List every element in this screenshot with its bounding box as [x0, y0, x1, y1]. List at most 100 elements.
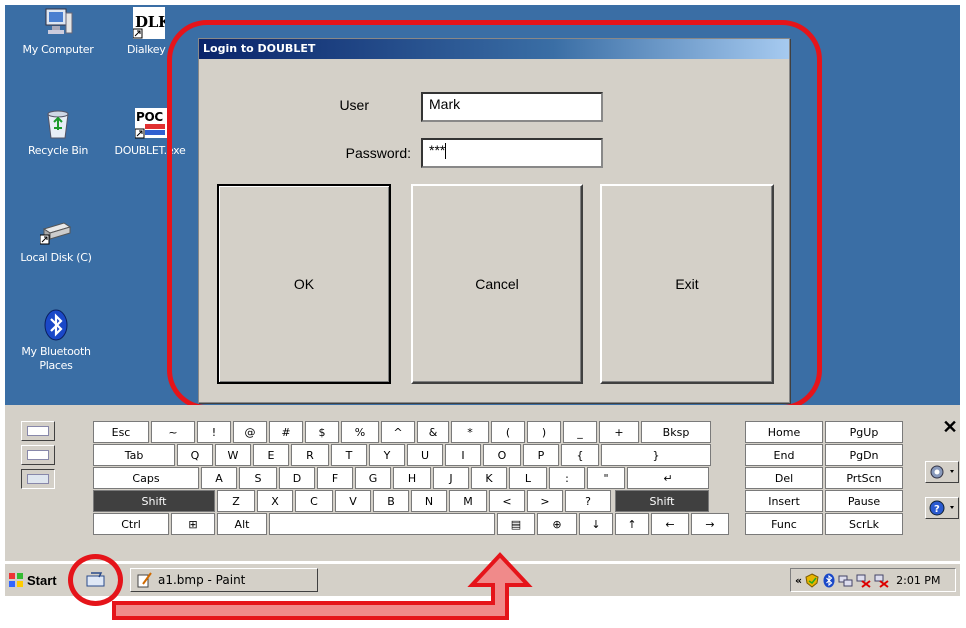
key-6-row2[interactable]: Y: [369, 444, 405, 466]
key-7-row5[interactable]: ↑: [615, 513, 649, 535]
key-14-row1[interactable]: Bksp: [641, 421, 711, 443]
key-9-row2[interactable]: O: [483, 444, 521, 466]
key-10-row2[interactable]: P: [523, 444, 559, 466]
key-7-row1[interactable]: ^: [381, 421, 415, 443]
key-7-row4[interactable]: M: [449, 490, 487, 512]
keyboard-quicklaunch-icon[interactable]: [85, 569, 107, 591]
key-3-row5[interactable]: [269, 513, 495, 535]
key-5-row5[interactable]: ⊕: [537, 513, 577, 535]
my-computer-shortcut[interactable]: My Computer: [13, 7, 103, 57]
key-9-row4[interactable]: >: [527, 490, 563, 512]
key-7-row2[interactable]: U: [407, 444, 443, 466]
keyboard-layout-compact-button[interactable]: [21, 445, 55, 465]
key-5-row2[interactable]: T: [331, 444, 367, 466]
nav-key-0[interactable]: Home: [745, 421, 823, 443]
key-2-row5[interactable]: Alt: [217, 513, 267, 535]
key-5-row1[interactable]: $: [305, 421, 339, 443]
key-12-row1[interactable]: _: [563, 421, 597, 443]
key-0-row4[interactable]: Shift: [93, 490, 215, 512]
bluetooth-places-shortcut[interactable]: My Bluetooth Places: [11, 309, 101, 373]
key-3-row2[interactable]: E: [253, 444, 289, 466]
keyboard-layout-numeric-button[interactable]: [21, 469, 55, 489]
key-5-row4[interactable]: B: [373, 490, 409, 512]
key-2-row4[interactable]: X: [257, 490, 293, 512]
key-4-row4[interactable]: V: [335, 490, 371, 512]
nav-key-7[interactable]: Pause: [825, 490, 903, 512]
key-0-row2[interactable]: Tab: [93, 444, 175, 466]
nav-key-3[interactable]: PgDn: [825, 444, 903, 466]
doublet-exe-shortcut[interactable]: POC DOUBLET.exe: [105, 108, 195, 158]
key-0-row3[interactable]: Caps: [93, 467, 199, 489]
key-1-row2[interactable]: Q: [177, 444, 213, 466]
nav-key-6[interactable]: Insert: [745, 490, 823, 512]
network-disconnected-icon[interactable]: [838, 573, 853, 588]
key-9-row1[interactable]: *: [451, 421, 489, 443]
taskbar-paint-task[interactable]: a1.bmp - Paint: [130, 568, 318, 592]
key-10-row4[interactable]: ?: [565, 490, 611, 512]
key-10-row3[interactable]: :: [549, 467, 585, 489]
key-1-row3[interactable]: A: [201, 467, 237, 489]
key-11-row1[interactable]: ): [527, 421, 561, 443]
password-input[interactable]: ***: [421, 138, 603, 168]
recycle-bin-shortcut[interactable]: Recycle Bin: [13, 108, 103, 158]
key-10-row1[interactable]: (: [491, 421, 525, 443]
key-0-row5[interactable]: Ctrl: [93, 513, 169, 535]
key-11-row2[interactable]: {: [561, 444, 599, 466]
key-9-row3[interactable]: L: [509, 467, 547, 489]
start-button[interactable]: Start: [8, 568, 60, 592]
dialkey-shortcut[interactable]: DLK Dialkey: [111, 7, 172, 57]
key-1-row5[interactable]: ⊞: [171, 513, 215, 535]
nav-key-9[interactable]: ScrLk: [825, 513, 903, 535]
security-shield-icon[interactable]: [805, 572, 820, 588]
help-dropdown-button[interactable]: ?: [925, 497, 959, 519]
key-8-row2[interactable]: I: [445, 444, 481, 466]
key-11-row3[interactable]: ": [587, 467, 625, 489]
key-11-row4[interactable]: Shift: [615, 490, 709, 512]
key-6-row1[interactable]: %: [341, 421, 379, 443]
key-8-row3[interactable]: K: [471, 467, 507, 489]
settings-dropdown-button[interactable]: [925, 461, 959, 483]
key-12-row2[interactable]: }: [601, 444, 711, 466]
close-icon[interactable]: ✕: [941, 415, 959, 439]
key-2-row2[interactable]: W: [215, 444, 251, 466]
key-8-row1[interactable]: &: [417, 421, 449, 443]
key-8-row4[interactable]: <: [489, 490, 525, 512]
keyboard-layout-full-button[interactable]: [21, 421, 55, 441]
key-13-row1[interactable]: +: [599, 421, 639, 443]
key-5-row3[interactable]: G: [355, 467, 391, 489]
key-6-row4[interactable]: N: [411, 490, 447, 512]
key-0-row1[interactable]: Esc: [93, 421, 149, 443]
key-3-row1[interactable]: @: [233, 421, 267, 443]
key-2-row1[interactable]: !: [197, 421, 231, 443]
key-1-row1[interactable]: ~: [151, 421, 195, 443]
exit-button[interactable]: Exit: [600, 184, 774, 384]
key-6-row3[interactable]: H: [393, 467, 431, 489]
nav-key-8[interactable]: Func: [745, 513, 823, 535]
key-3-row3[interactable]: D: [279, 467, 315, 489]
network-error-icon[interactable]: [856, 573, 871, 588]
nav-key-4[interactable]: Del: [745, 467, 823, 489]
nav-key-5[interactable]: PrtScn: [825, 467, 903, 489]
tray-expand-chevron[interactable]: «: [795, 574, 802, 587]
user-input[interactable]: Mark: [421, 92, 603, 122]
key-7-row3[interactable]: J: [433, 467, 469, 489]
key-1-row4[interactable]: Z: [217, 490, 255, 512]
key-4-row5[interactable]: ▤: [497, 513, 535, 535]
key-8-row5[interactable]: ←: [651, 513, 689, 535]
key-12-row3[interactable]: ↵: [627, 467, 709, 489]
key-4-row2[interactable]: R: [291, 444, 329, 466]
key-4-row3[interactable]: F: [317, 467, 353, 489]
cancel-button[interactable]: Cancel: [411, 184, 583, 384]
key-4-row1[interactable]: #: [269, 421, 303, 443]
local-disk-shortcut[interactable]: Local Disk (C): [11, 215, 101, 265]
network-error-icon-2[interactable]: [874, 573, 889, 588]
nav-key-2[interactable]: End: [745, 444, 823, 466]
bluetooth-tray-icon[interactable]: [823, 573, 835, 588]
ok-button[interactable]: OK: [217, 184, 391, 384]
key-2-row3[interactable]: S: [239, 467, 277, 489]
key-3-row4[interactable]: C: [295, 490, 333, 512]
nav-key-1[interactable]: PgUp: [825, 421, 903, 443]
clock[interactable]: 2:01 PM: [896, 574, 940, 587]
key-9-row5[interactable]: →: [691, 513, 729, 535]
key-6-row5[interactable]: ↓: [579, 513, 613, 535]
